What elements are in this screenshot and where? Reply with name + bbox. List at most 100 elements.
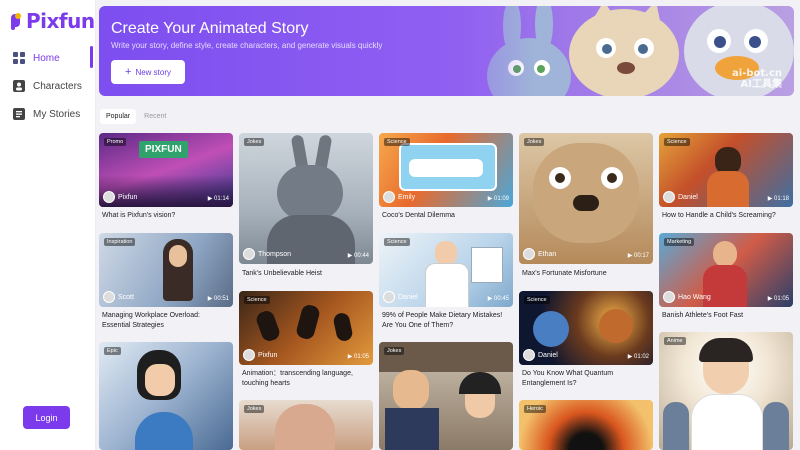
story-author: Daniel	[663, 191, 698, 203]
sidebar-item-my-stories[interactable]: My Stories	[0, 100, 95, 128]
story-author: Daniel	[383, 291, 418, 303]
story-title: Do You Know What Quantum Entanglement Is…	[522, 370, 614, 387]
story-card[interactable]: PIXFUN Promo Pixfun ▶ 01:14 What is Pixf…	[99, 133, 233, 223]
avatar	[383, 291, 395, 303]
tab-recent[interactable]: Recent	[138, 109, 172, 124]
story-duration: ▶ 01:05	[347, 354, 369, 360]
sidebar-item-home[interactable]: Home	[0, 44, 95, 72]
story-card[interactable]: Science Daniel ▶ 01:18 How to Handle a C…	[659, 133, 793, 223]
tab-popular[interactable]: Popular	[100, 109, 137, 124]
story-title: Animation：transcending language, touchin…	[242, 370, 353, 387]
story-card[interactable]: Jokes Ethan ▶ 00:17 Max's Fortunate Misf…	[519, 133, 653, 283]
story-title: Banish Athlete's Foot Fast	[662, 312, 744, 319]
category-tag: Jokes	[524, 138, 545, 146]
story-duration: ▶ 00:51	[207, 296, 229, 302]
story-thumbnail: Marketing Hao Wang ▶ 01:05	[659, 233, 793, 307]
category-tag: Jokes	[384, 347, 405, 355]
category-tag: Marketing	[664, 238, 695, 246]
story-thumbnail: Science Pixfun ▶ 01:05	[239, 291, 373, 365]
new-story-label: New story	[135, 67, 171, 77]
avatar	[243, 248, 255, 260]
sidebar: Pixfun Home Characters My Stories Login	[0, 0, 96, 450]
category-tag: Science	[384, 138, 410, 146]
category-tag: Inspiration	[104, 238, 136, 246]
story-title: Managing Workplace Overload: Essential S…	[102, 312, 200, 329]
story-duration: ▶ 01:18	[767, 196, 789, 202]
sidebar-item-characters[interactable]: Characters	[0, 72, 95, 100]
app-name: Pixfun	[26, 9, 95, 33]
story-thumbnail: Science Daniel ▶ 01:02	[519, 291, 653, 365]
hero-title: Create Your Animated Story	[111, 20, 309, 37]
story-card[interactable]: Epic	[99, 342, 233, 450]
plus-icon: +	[125, 66, 132, 78]
app-logo[interactable]: Pixfun	[9, 9, 95, 33]
avatar	[523, 349, 535, 361]
pixfun-banner: PIXFUN	[139, 141, 188, 158]
story-card[interactable]: Science Daniel ▶ 00:45 99% of People Mak…	[379, 233, 513, 339]
story-thumbnail: Anime	[659, 332, 793, 450]
story-author: Pixfun	[103, 191, 137, 203]
story-thumbnail: Epic	[99, 342, 233, 450]
story-duration: ▶ 01:09	[487, 196, 509, 202]
story-card[interactable]: Inspiration Scott ▶ 00:51 Managing Workp…	[99, 233, 233, 333]
story-thumbnail: Heroic	[519, 400, 653, 450]
sidebar-item-label: Home	[33, 52, 60, 64]
story-duration: ▶ 00:44	[347, 253, 369, 259]
story-thumbnail: Science Daniel ▶ 01:18	[659, 133, 793, 207]
story-title: Tank's Unbelievable Heist	[242, 270, 322, 277]
login-button[interactable]: Login	[23, 406, 70, 429]
category-tag: Epic	[104, 347, 121, 355]
category-tag: Heroic	[524, 405, 546, 413]
story-title: What is Pixfun's vision?	[102, 212, 176, 219]
sidebar-item-label: Characters	[33, 80, 82, 92]
story-title: Max's Fortunate Misfortune	[522, 270, 607, 277]
story-tabs: Popular Recent	[100, 109, 172, 124]
new-story-button[interactable]: + New story	[111, 60, 185, 84]
story-card[interactable]: Science Emily ▶ 01:09 Coco's Dental Dile…	[379, 133, 513, 223]
story-thumbnail: Jokes	[379, 342, 513, 450]
avatar	[663, 191, 675, 203]
story-thumbnail: PIXFUN Promo Pixfun ▶ 01:14	[99, 133, 233, 207]
hero-subtitle: Write your story, define style, create c…	[111, 41, 383, 50]
story-card[interactable]: Jokes	[239, 400, 373, 450]
story-title: Coco's Dental Dilemma	[382, 212, 455, 219]
story-card[interactable]: Heroic	[519, 400, 653, 450]
category-tag: Anime	[664, 337, 686, 345]
story-card[interactable]: Science Daniel ▶ 01:02 Do You Know What …	[519, 291, 653, 391]
avatar	[103, 291, 115, 303]
pixfun-logo-icon	[11, 13, 21, 30]
story-author: Pixfun	[243, 349, 277, 361]
grid-icon	[13, 52, 25, 64]
story-author: Hao Wang	[663, 291, 711, 303]
avatar	[523, 248, 535, 260]
story-duration: ▶ 01:02	[627, 354, 649, 360]
story-card[interactable]: Jokes Thompson ▶ 00:44 Tank's Unbelievab…	[239, 133, 373, 283]
story-author: Ethan	[523, 248, 556, 260]
sidebar-nav: Home Characters My Stories	[0, 44, 95, 128]
story-card[interactable]: Marketing Hao Wang ▶ 01:05 Banish Athlet…	[659, 233, 793, 333]
story-thumbnail: Jokes Ethan ▶ 00:17	[519, 133, 653, 264]
category-tag: Science	[664, 138, 690, 146]
category-tag: Jokes	[244, 138, 265, 146]
story-thumbnail: Science Emily ▶ 01:09	[379, 133, 513, 207]
category-tag: Jokes	[244, 405, 265, 413]
story-card[interactable]: Science Pixfun ▶ 01:05 Animation：transce…	[239, 291, 373, 391]
watermark-text: ai-bot.cn AI工具集	[732, 68, 782, 90]
avatar	[383, 191, 395, 203]
story-thumbnail: Jokes Thompson ▶ 00:44	[239, 133, 373, 264]
story-title: How to Handle a Child's Screaming?	[662, 212, 776, 219]
story-thumbnail: Jokes	[239, 400, 373, 450]
avatar	[243, 349, 255, 361]
story-duration: ▶ 01:05	[767, 296, 789, 302]
person-icon	[13, 80, 25, 92]
category-tag: Science	[384, 238, 410, 246]
story-card[interactable]: Jokes	[379, 342, 513, 450]
story-duration: ▶ 00:17	[627, 253, 649, 259]
story-card[interactable]: Anime	[659, 332, 793, 450]
story-duration: ▶ 00:45	[487, 296, 509, 302]
story-duration: ▶ 01:14	[207, 196, 229, 202]
avatar	[663, 291, 675, 303]
story-author: Emily	[383, 191, 415, 203]
story-author: Daniel	[523, 349, 558, 361]
book-icon	[13, 108, 25, 120]
